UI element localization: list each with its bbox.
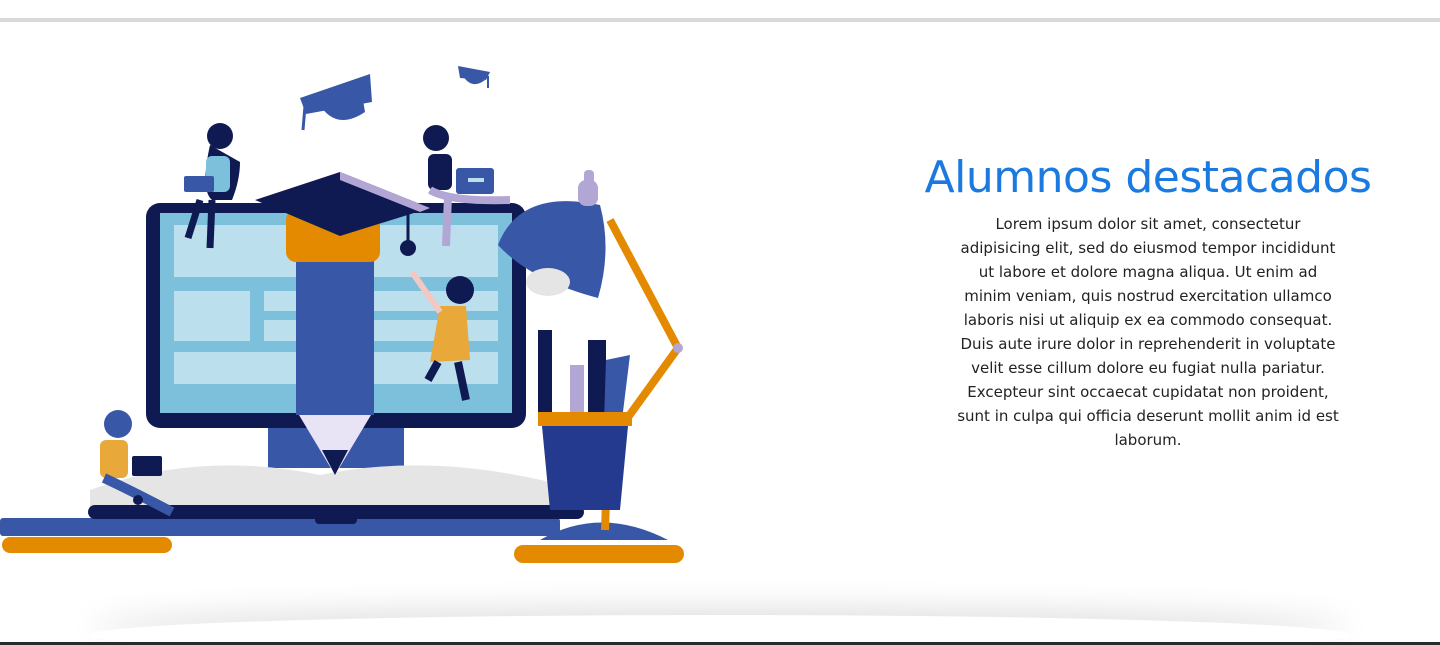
flying-cap-1	[300, 74, 372, 131]
education-illustration	[0, 66, 684, 563]
lamp-base-bar	[514, 545, 684, 563]
pencil-body	[296, 255, 374, 415]
section-body: Lorem ipsum dolor sit amet, consectetur …	[957, 215, 1339, 449]
pen-cup	[538, 330, 632, 510]
page: Alumnos destacados Lorem ipsum dolor sit…	[0, 0, 1440, 645]
next-card-shadow	[90, 615, 1350, 645]
top-divider	[0, 18, 1440, 22]
section-title: Alumnos destacados	[924, 152, 1372, 203]
featured-students-section: Alumnos destacados Lorem ipsum dolor sit…	[900, 150, 1396, 452]
flying-cap-2	[458, 66, 490, 88]
desk-shadow-bar	[2, 537, 172, 553]
desk-bar	[0, 518, 560, 536]
